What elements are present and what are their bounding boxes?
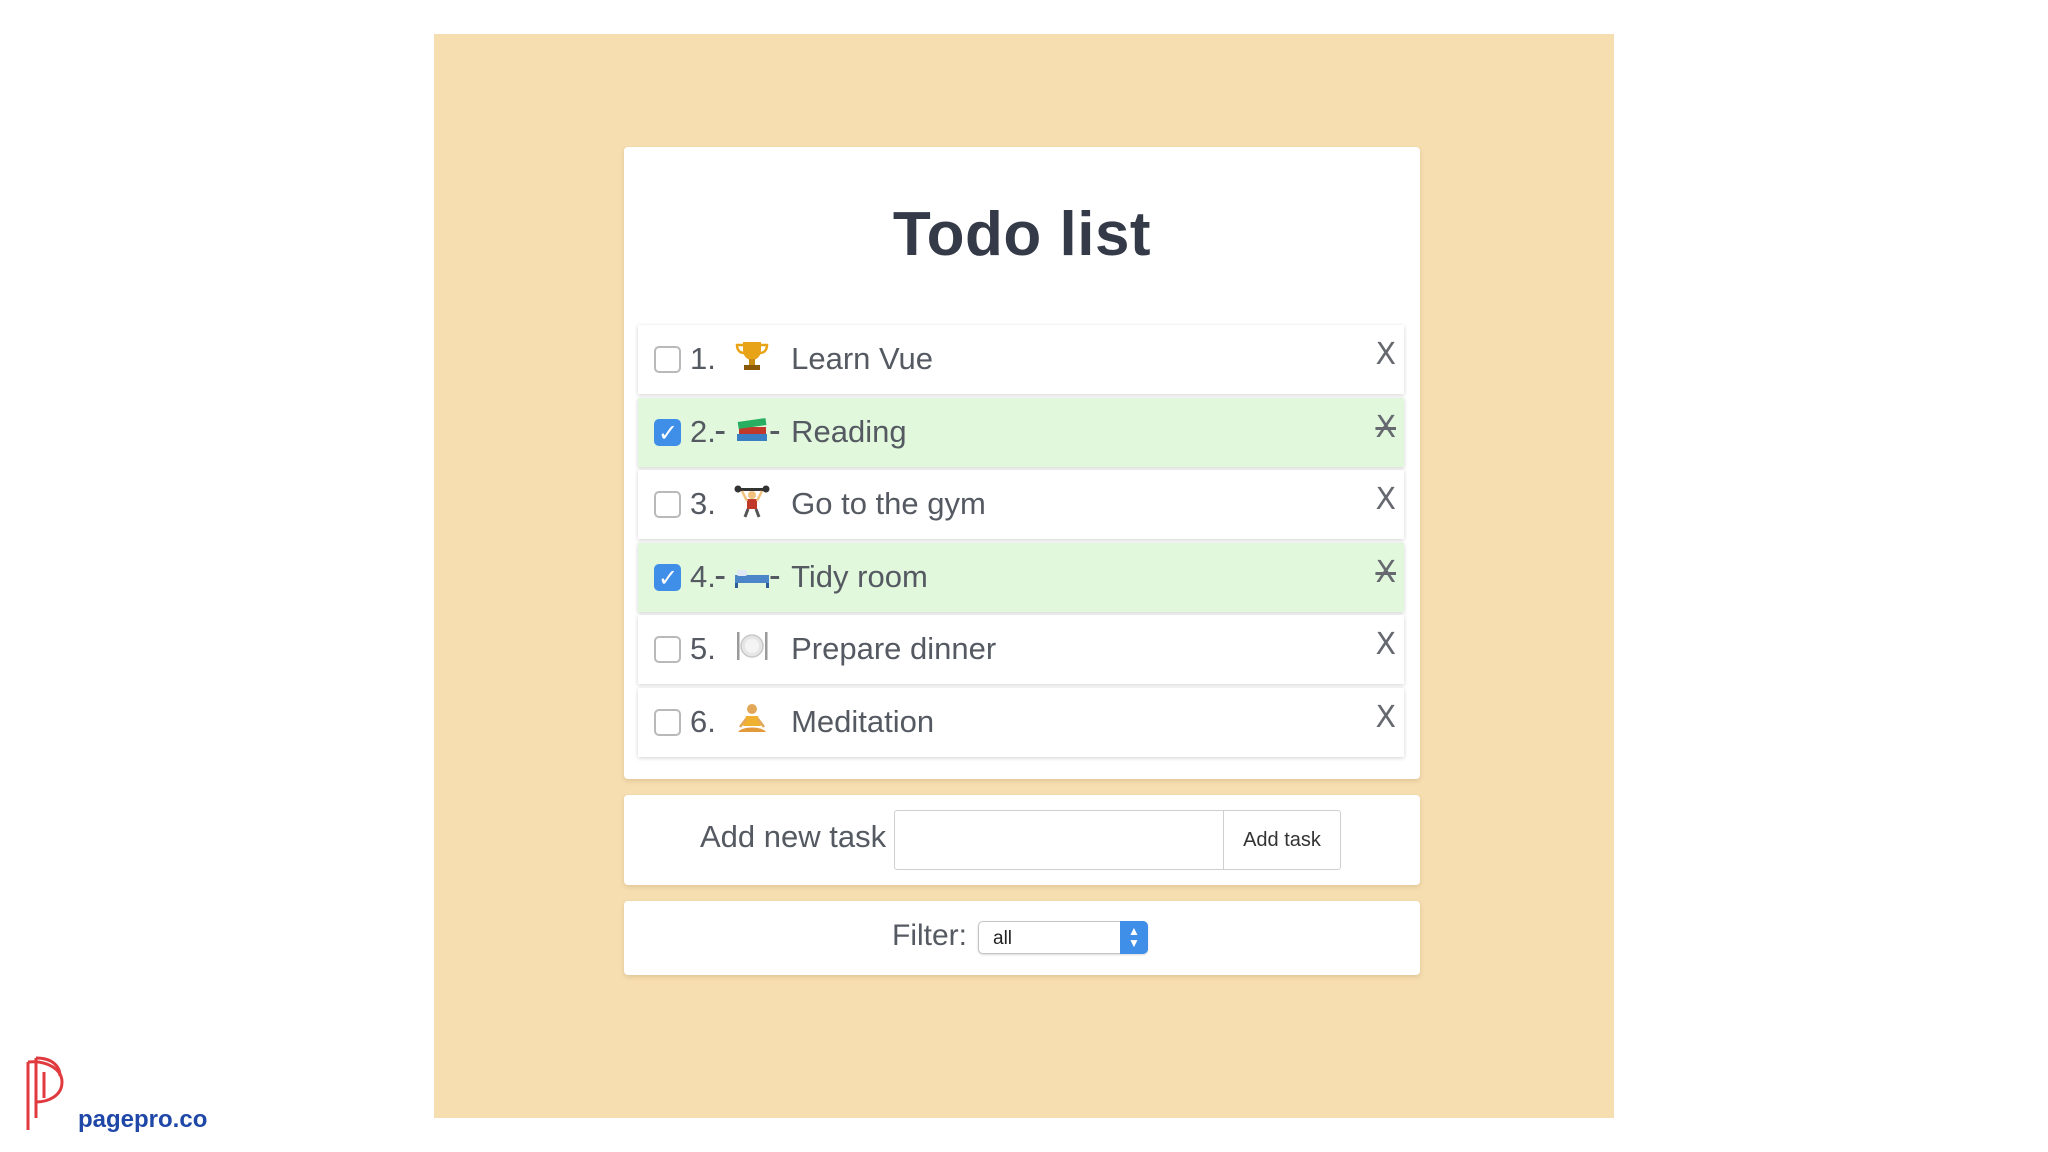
task-item: ✓ 4. Tidy room X bbox=[638, 542, 1404, 612]
task-checkbox[interactable]: ✓ bbox=[654, 491, 681, 519]
task-text: 1. Learn Vue bbox=[690, 339, 933, 377]
filter-card: Filter: all ▲ ▼ bbox=[624, 901, 1420, 975]
bed-icon bbox=[734, 557, 770, 591]
delete-button[interactable]: X bbox=[1375, 410, 1396, 445]
task-label: Learn Vue bbox=[791, 341, 934, 376]
app-panel: Todo list ✓ 1. Learn Vue X ✓ 2. bbox=[434, 34, 1614, 1118]
brand-name: pagepro.co bbox=[78, 1106, 208, 1133]
meditation-icon bbox=[734, 702, 770, 736]
delete-button[interactable]: X bbox=[1375, 627, 1396, 662]
delete-button[interactable]: X bbox=[1375, 555, 1396, 590]
checkmark-icon: ✓ bbox=[658, 418, 679, 447]
weightlifter-icon bbox=[734, 484, 770, 518]
filter-selected-value: all bbox=[993, 928, 1013, 949]
task-number: 6. bbox=[690, 703, 716, 739]
delete-button[interactable]: X bbox=[1375, 337, 1396, 372]
task-label: Go to the gym bbox=[791, 486, 986, 522]
task-item: ✓ 5. Prepare dinner X bbox=[638, 615, 1404, 685]
task-number: 1. bbox=[690, 341, 716, 376]
books-icon bbox=[734, 412, 770, 446]
pagepro-logo-icon bbox=[26, 1056, 64, 1130]
add-task-input[interactable] bbox=[894, 810, 1224, 870]
task-checkbox[interactable]: ✓ bbox=[654, 636, 681, 664]
add-task-label: Add new task bbox=[700, 819, 887, 854]
delete-button[interactable]: X bbox=[1375, 482, 1396, 517]
task-text: 2. Reading bbox=[690, 412, 907, 450]
task-number: 5. bbox=[690, 631, 716, 667]
task-number: 3. bbox=[690, 486, 716, 522]
task-item: ✓ 2. Reading X bbox=[638, 397, 1404, 467]
task-label: Prepare dinner bbox=[791, 631, 997, 667]
add-task-button[interactable]: Add task bbox=[1223, 810, 1341, 870]
task-item: ✓ 3. Go to the gym X bbox=[638, 470, 1404, 540]
task-number: 2. bbox=[690, 413, 716, 449]
task-checkbox[interactable]: ✓ bbox=[654, 418, 681, 447]
filter-select[interactable]: all ▲ ▼ bbox=[978, 921, 1148, 954]
select-arrows-icon: ▲ ▼ bbox=[1120, 921, 1148, 954]
task-item: ✓ 1. Learn Vue X bbox=[638, 325, 1404, 394]
todo-card: Todo list ✓ 1. Learn Vue X ✓ 2. bbox=[624, 147, 1420, 779]
task-text: 6. Meditation bbox=[690, 702, 934, 740]
task-list: ✓ 1. Learn Vue X ✓ 2. Reading bbox=[638, 325, 1404, 761]
task-item: ✓ 6. Meditation X bbox=[638, 687, 1404, 757]
delete-button[interactable]: X bbox=[1375, 700, 1396, 735]
task-text: 5. Prepare dinner bbox=[690, 629, 996, 667]
task-label: Meditation bbox=[791, 703, 935, 739]
filter-label: Filter: bbox=[892, 919, 967, 952]
task-checkbox[interactable]: ✓ bbox=[654, 708, 681, 736]
checkmark-icon: ✓ bbox=[658, 563, 679, 592]
page-title: Todo list bbox=[892, 200, 1152, 269]
task-text: 4. Tidy room bbox=[690, 557, 928, 595]
task-label: Reading bbox=[791, 413, 907, 449]
brand: pagepro.co bbox=[22, 1054, 242, 1134]
task-number: 4. bbox=[690, 558, 716, 594]
task-checkbox[interactable]: ✓ bbox=[654, 346, 681, 373]
plate-icon bbox=[734, 629, 770, 663]
add-task-card: Add new task Add task bbox=[624, 795, 1420, 885]
task-checkbox[interactable]: ✓ bbox=[654, 563, 681, 592]
trophy-icon bbox=[734, 339, 770, 373]
task-label: Tidy room bbox=[791, 558, 928, 594]
task-text: 3. Go to the gym bbox=[690, 484, 986, 522]
